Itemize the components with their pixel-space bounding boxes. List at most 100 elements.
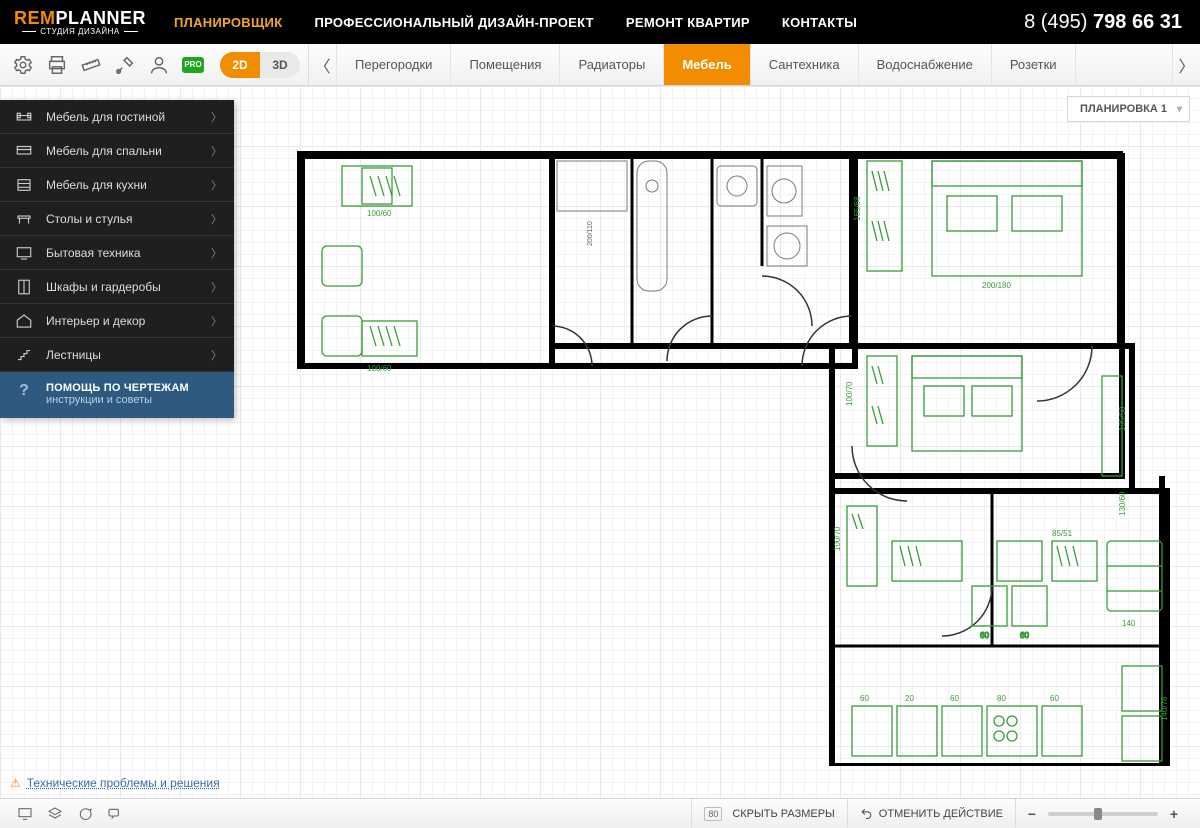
- app-header: REMPLANNER СТУДИЯ ДИЗАЙНА ПЛАНИРОВЩИК ПР…: [0, 0, 1200, 44]
- dim-label: 200/180: [982, 281, 1011, 290]
- sidebar-item-label: Лестницы: [46, 348, 101, 362]
- zoom-in-button[interactable]: +: [1166, 806, 1182, 822]
- tv-icon: [12, 244, 36, 262]
- sidebar-help[interactable]: ? ПОМОЩЬ ПО ЧЕРТЕЖАМ инструкции и советы: [0, 372, 234, 418]
- undo-label: ОТМЕНИТЬ ДЕЙСТВИЕ: [879, 808, 1003, 820]
- sidebar-item-kitchen[interactable]: Мебель для кухни 〉: [0, 168, 234, 202]
- svg-text:60: 60: [1020, 631, 1029, 640]
- tabs-scroll-left[interactable]: 〈: [309, 44, 337, 85]
- screen-icon[interactable]: [10, 799, 40, 828]
- sidebar-item-stairs[interactable]: Лестницы 〉: [0, 338, 234, 372]
- dim-label: 140: [1122, 619, 1136, 628]
- tabs-container: Перегородки Помещения Радиаторы Мебель С…: [337, 44, 1172, 85]
- sidebar-item-decor[interactable]: Интерьер и декор 〉: [0, 304, 234, 338]
- sidebar-item-wardrobes[interactable]: Шкафы и гардеробы 〉: [0, 270, 234, 304]
- issues-bar: ⚠ Технические проблемы и решения: [10, 776, 220, 790]
- home-icon: [12, 312, 36, 330]
- sidebar-item-label: Интерьер и декор: [46, 314, 145, 328]
- scale-value: 80: [704, 807, 722, 821]
- comments-icon[interactable]: [100, 799, 130, 828]
- dim-label: 20: [905, 694, 914, 703]
- tab-water-supply[interactable]: Водоснабжение: [859, 44, 992, 85]
- view-3d-button[interactable]: 3D: [260, 52, 300, 78]
- tools-icon[interactable]: [108, 44, 142, 86]
- dim-label: 60: [1050, 694, 1059, 703]
- chevron-right-icon: 〉: [211, 143, 222, 159]
- user-icon[interactable]: [142, 44, 176, 86]
- help-icon: ?: [12, 382, 36, 406]
- dim-label: 100/60: [367, 209, 392, 218]
- logo-title: REMPLANNER: [14, 9, 146, 27]
- sidebar-item-label: Шкафы и гардеробы: [46, 280, 161, 294]
- tab-furniture[interactable]: Мебель: [664, 44, 750, 85]
- sidebar-item-living[interactable]: Мебель для гостиной 〉: [0, 100, 234, 134]
- zoom-thumb[interactable]: [1094, 808, 1102, 820]
- tab-radiators[interactable]: Радиаторы: [560, 44, 664, 85]
- sidebar-item-label: Бытовая техника: [46, 246, 141, 260]
- nav-contacts[interactable]: КОНТАКТЫ: [782, 15, 857, 30]
- wardrobe-icon: [12, 278, 36, 296]
- dim-label: 135/50: [1118, 406, 1127, 431]
- zoom-slider[interactable]: [1048, 812, 1158, 816]
- ruler-icon[interactable]: [74, 44, 108, 86]
- help-title: ПОМОЩЬ ПО ЧЕРТЕЖАМ: [46, 382, 189, 394]
- zoom-control: − +: [1015, 799, 1190, 828]
- nav-design-project[interactable]: ПРОФЕССИОНАЛЬНЫЙ ДИЗАЙН-ПРОЕКТ: [314, 15, 593, 30]
- layout-dropdown[interactable]: ПЛАНИРОВКА 1: [1067, 96, 1190, 122]
- dim-label: 100/70: [845, 381, 854, 406]
- zoom-out-button[interactable]: −: [1024, 806, 1040, 822]
- phone-prefix: 8 (495): [1024, 11, 1093, 33]
- print-icon[interactable]: [40, 44, 74, 86]
- undo-button[interactable]: ОТМЕНИТЬ ДЕЙСТВИЕ: [847, 799, 1015, 828]
- stairs-icon: [12, 346, 36, 364]
- chevron-right-icon: 〉: [211, 347, 222, 363]
- settings-icon[interactable]: [6, 44, 40, 86]
- help-text: ПОМОЩЬ ПО ЧЕРТЕЖАМ инструкции и советы: [46, 382, 189, 406]
- tabs-scroll-right[interactable]: 〉: [1172, 44, 1200, 85]
- main-nav: ПЛАНИРОВЩИК ПРОФЕССИОНАЛЬНЫЙ ДИЗАЙН-ПРОЕ…: [174, 15, 857, 30]
- issues-link[interactable]: Технические проблемы и решения: [27, 776, 220, 790]
- sidebar-item-tables[interactable]: Столы и стулья 〉: [0, 202, 234, 236]
- sofa-icon: [12, 108, 36, 126]
- pro-badge[interactable]: PRO: [182, 57, 204, 73]
- undo-icon: [860, 807, 873, 820]
- dim-label: 140/78: [1160, 696, 1169, 721]
- svg-text:60: 60: [980, 631, 989, 640]
- tab-partitions[interactable]: Перегородки: [337, 44, 451, 85]
- dim-label: 100/60: [367, 364, 392, 373]
- status-bar: 80 СКРЫТЬ РАЗМЕРЫ ОТМЕНИТЬ ДЕЙСТВИЕ − +: [0, 798, 1200, 828]
- hide-dimensions-button[interactable]: 80 СКРЫТЬ РАЗМЕРЫ: [691, 799, 846, 828]
- furniture-sidebar: Мебель для гостиной 〉 Мебель для спальни…: [0, 100, 234, 418]
- nav-planner[interactable]: ПЛАНИРОВЩИК: [174, 15, 282, 30]
- sidebar-item-appliances[interactable]: Бытовая техника 〉: [0, 236, 234, 270]
- nav-renovation[interactable]: РЕМОНТ КВАРТИР: [626, 15, 750, 30]
- phone-number: 8 (495) 798 66 31: [1024, 11, 1182, 34]
- kitchen-icon: [12, 176, 36, 194]
- logo[interactable]: REMPLANNER СТУДИЯ ДИЗАЙНА: [14, 9, 146, 36]
- sidebar-item-label: Мебель для гостиной: [46, 110, 165, 124]
- floor-plan[interactable]: .wall{fill:none;stroke:#000;stroke-width…: [292, 146, 1172, 766]
- sidebar-item-label: Столы и стулья: [46, 212, 133, 226]
- category-tabs: 〈 Перегородки Помещения Радиаторы Мебель…: [308, 44, 1200, 85]
- view-toggle: 2D 3D: [220, 44, 300, 85]
- chevron-right-icon: 〉: [211, 177, 222, 193]
- dim-label: 165/68: [853, 196, 862, 221]
- sidebar-item-bedroom[interactable]: Мебель для спальни 〉: [0, 134, 234, 168]
- view-2d-button[interactable]: 2D: [220, 52, 260, 78]
- layout-dropdown-label: ПЛАНИРОВКА 1: [1080, 103, 1167, 115]
- sidebar-item-label: Мебель для спальни: [46, 144, 162, 158]
- canvas-area[interactable]: Мебель для гостиной 〉 Мебель для спальни…: [0, 86, 1200, 798]
- hide-dimensions-label: СКРЫТЬ РАЗМЕРЫ: [732, 808, 834, 820]
- tab-sockets[interactable]: Розетки: [992, 44, 1076, 85]
- chevron-right-icon: 〉: [211, 313, 222, 329]
- chat-icon[interactable]: [70, 799, 100, 828]
- toolbar: PRO 2D 3D 〈 Перегородки Помещения Радиат…: [0, 44, 1200, 86]
- logo-planner: PLANNER: [56, 8, 147, 28]
- chevron-right-icon: 〉: [211, 279, 222, 295]
- logo-subtitle: СТУДИЯ ДИЗАЙНА: [22, 27, 138, 36]
- layers-icon[interactable]: [40, 799, 70, 828]
- tab-rooms[interactable]: Помещения: [451, 44, 560, 85]
- bed-icon: [12, 142, 36, 160]
- table-icon: [12, 210, 36, 228]
- tab-plumbing[interactable]: Сантехника: [751, 44, 859, 85]
